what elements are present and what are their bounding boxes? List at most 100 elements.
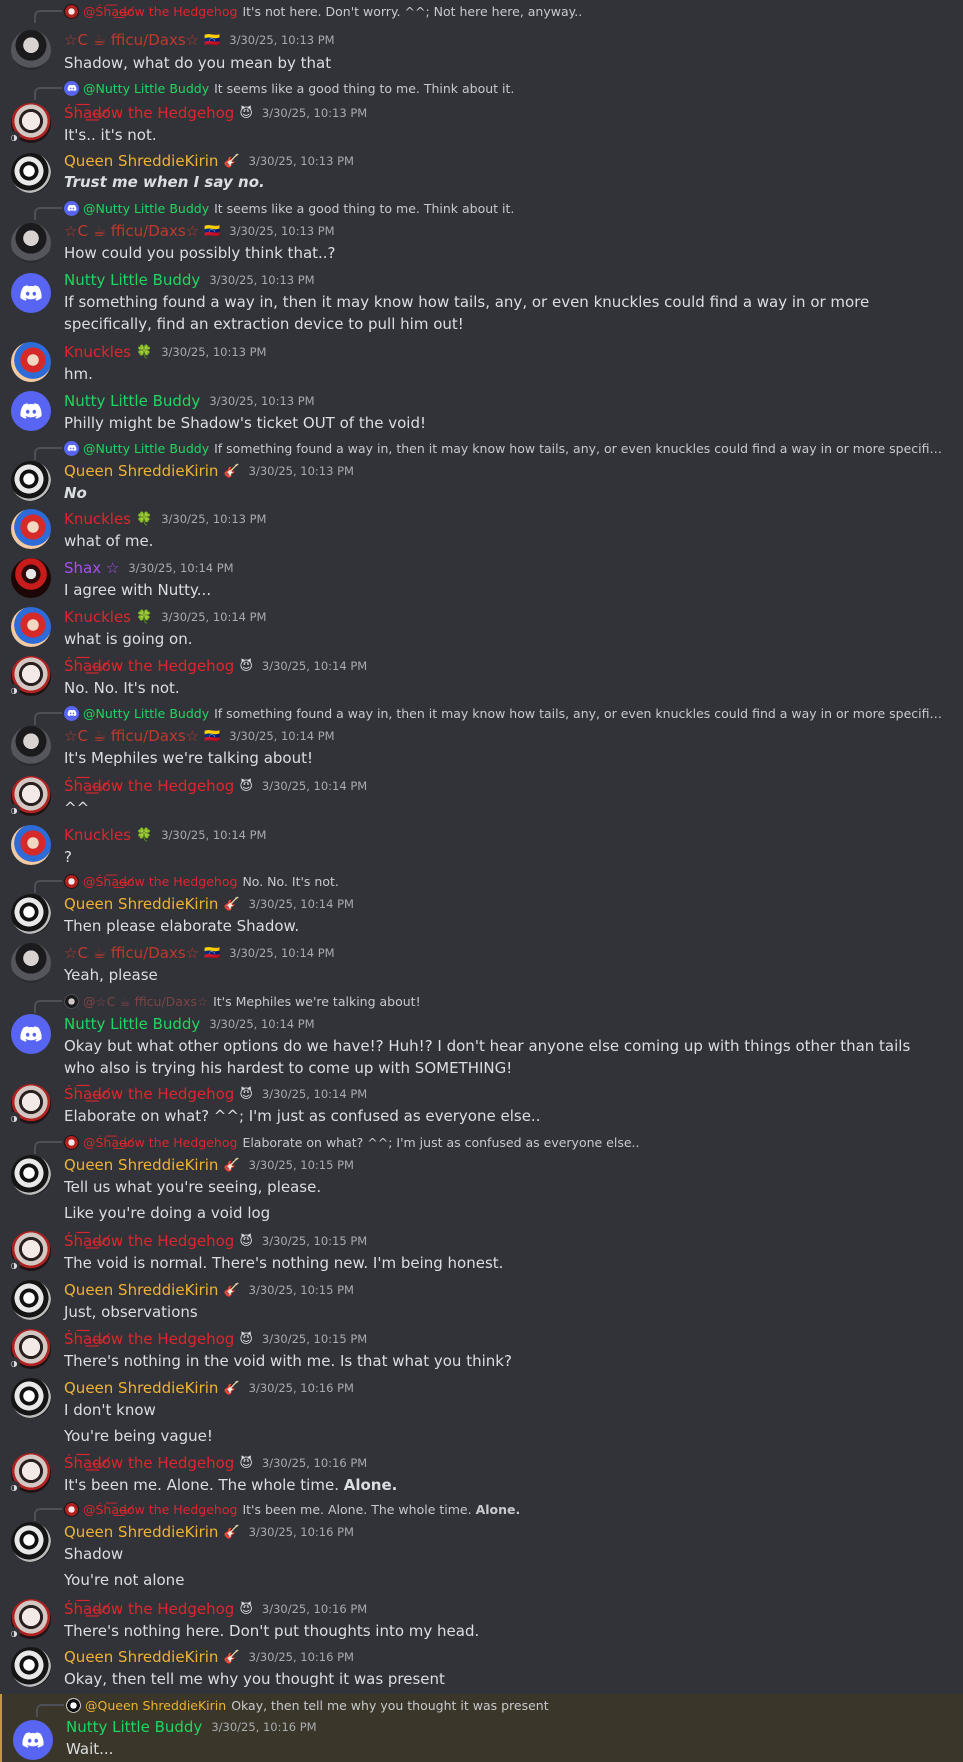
reply-preview[interactable]: @Ṡh͞a͟d̶o̸w the Hedgehog It's not here. … [64, 1, 944, 21]
message[interactable]: ◑ Ṡh͞a͟d̶o̸w the Hedgehog 😈 3/30/25, 10:… [0, 656, 963, 700]
timestamp[interactable]: 3/30/25, 10:13 PM [161, 345, 266, 359]
reply-author[interactable]: @☆C ☕ fficu/Daxs☆ [83, 994, 208, 1009]
reply-preview[interactable]: @Nutty Little Buddy If something found a… [64, 438, 944, 458]
timestamp[interactable]: 3/30/25, 10:13 PM [209, 273, 314, 287]
reply-author[interactable]: @Nutty Little Buddy [83, 706, 209, 721]
author-name[interactable]: Nutty Little Buddy [66, 1718, 202, 1736]
author-name[interactable]: Ṡh͞a͟d̶o̸w the Hedgehog [64, 777, 234, 795]
message[interactable]: Queen ShreddieKirin 🎸 3/30/25, 10:13 PM … [0, 150, 963, 194]
reply-preview[interactable]: @Ṡh͞a͟d̶o̸w the Hedgehog It's been me. A… [64, 1499, 944, 1519]
author-name[interactable]: Knuckles [64, 608, 131, 626]
timestamp[interactable]: 3/30/25, 10:14 PM [128, 561, 233, 575]
author-name[interactable]: Queen ShreddieKirin [64, 1156, 218, 1174]
avatar[interactable] [11, 1647, 51, 1687]
reply-author[interactable]: @Queen ShreddieKirin [85, 1698, 226, 1713]
author-name[interactable]: Ṡh͞a͟d̶o̸w the Hedgehog [64, 1232, 234, 1250]
timestamp[interactable]: 3/30/25, 10:14 PM [229, 729, 334, 743]
reply-author[interactable]: @Ṡh͞a͟d̶o̸w the Hedgehog [83, 1502, 237, 1517]
author-name[interactable]: Queen ShreddieKirin [64, 1648, 218, 1666]
author-name[interactable]: Ṡh͞a͟d̶o̸w the Hedgehog [64, 1600, 234, 1618]
reply-author[interactable]: @Nutty Little Buddy [83, 81, 209, 96]
author-name[interactable]: Shax ☆ [64, 559, 119, 577]
author-name[interactable]: Ṡh͞a͟d̶o̸w the Hedgehog [64, 104, 234, 122]
timestamp[interactable]: 3/30/25, 10:15 PM [262, 1234, 367, 1248]
author-name[interactable]: Queen ShreddieKirin [64, 1379, 218, 1397]
timestamp[interactable]: 3/30/25, 10:14 PM [161, 828, 266, 842]
avatar[interactable] [11, 894, 51, 934]
timestamp[interactable]: 3/30/25, 10:14 PM [249, 897, 354, 911]
avatar[interactable] [11, 825, 51, 865]
timestamp[interactable]: 3/30/25, 10:16 PM [249, 1525, 354, 1539]
message[interactable]: ◑ Ṡh͞a͟d̶o̸w the Hedgehog 😈 3/30/25, 10:… [0, 1599, 963, 1643]
reply-author[interactable]: @Nutty Little Buddy [83, 441, 209, 456]
reply-preview[interactable]: @Nutty Little Buddy It seems like a good… [64, 198, 944, 218]
author-name[interactable]: Queen ShreddieKirin [64, 895, 218, 913]
reply-author[interactable]: @Ṡh͞a͟d̶o̸w the Hedgehog [83, 1135, 237, 1150]
author-name[interactable]: Nutty Little Buddy [64, 1015, 200, 1033]
timestamp[interactable]: 3/30/25, 10:13 PM [229, 224, 334, 238]
author-name[interactable]: Ṡh͞a͟d̶o̸w the Hedgehog [64, 1085, 234, 1103]
message[interactable]: @Ṡh͞a͟d̶o̸w the Hedgehog It's been me. A… [0, 1498, 963, 1592]
author-name[interactable]: Knuckles [64, 826, 131, 844]
reply-preview[interactable]: @☆C ☕ fficu/Daxs☆ It's Mephiles we're ta… [64, 991, 944, 1011]
message[interactable]: Knuckles 🍀 3/30/25, 10:14 PM what is goi… [0, 607, 963, 651]
message[interactable]: @Nutty Little Buddy It seems like a good… [0, 77, 963, 144]
timestamp[interactable]: 3/30/25, 10:16 PM [249, 1381, 354, 1395]
author-name[interactable]: Queen ShreddieKirin [64, 462, 218, 480]
avatar[interactable] [11, 223, 51, 263]
author-name[interactable]: Nutty Little Buddy [64, 392, 200, 410]
message[interactable]: Knuckles 🍀 3/30/25, 10:14 PM ? [0, 825, 963, 869]
timestamp[interactable]: 3/30/25, 10:13 PM [209, 394, 314, 408]
avatar[interactable] [11, 1280, 51, 1320]
author-name[interactable]: Queen ShreddieKirin [64, 1281, 218, 1299]
author-name[interactable]: Knuckles [64, 510, 131, 528]
author-name[interactable]: ☆C ☕ fficu/Daxs☆ [64, 727, 199, 745]
reply-preview[interactable]: @Ṡh͞a͟d̶o̸w the Hedgehog No. No. It's no… [64, 871, 944, 891]
author-name[interactable]: Queen ShreddieKirin [64, 152, 218, 170]
avatar[interactable] [11, 607, 51, 647]
message[interactable]: @Nutty Little Buddy If something found a… [0, 702, 963, 768]
timestamp[interactable]: 3/30/25, 10:14 PM [262, 779, 367, 793]
message[interactable]: ◑ Ṡh͞a͟d̶o̸w the Hedgehog 😈 3/30/25, 10:… [0, 1329, 963, 1373]
avatar[interactable] [11, 273, 51, 313]
reply-preview[interactable]: @Nutty Little Buddy It seems like a good… [64, 78, 944, 98]
message[interactable]: Nutty Little Buddy 3/30/25, 10:13 PM Phi… [0, 391, 963, 435]
avatar[interactable] [11, 1014, 51, 1054]
message[interactable]: Queen ShreddieKirin 🎸 3/30/25, 10:16 PM … [0, 1647, 963, 1691]
message[interactable]: ◑ Ṡh͞a͟d̶o̸w the Hedgehog 😈 3/30/25, 10:… [0, 1231, 963, 1275]
reply-author[interactable]: @Ṡh͞a͟d̶o̸w the Hedgehog [83, 874, 237, 889]
author-name[interactable]: ☆C ☕ fficu/Daxs☆ [64, 31, 199, 49]
timestamp[interactable]: 3/30/25, 10:13 PM [249, 154, 354, 168]
message[interactable]: ◑ Ṡh͞a͟d̶o̸w the Hedgehog 😈 3/30/25, 10:… [0, 1084, 963, 1128]
timestamp[interactable]: 3/30/25, 10:13 PM [249, 464, 354, 478]
timestamp[interactable]: 3/30/25, 10:15 PM [249, 1158, 354, 1172]
reply-preview[interactable]: @Nutty Little Buddy If something found a… [64, 703, 944, 723]
timestamp[interactable]: 3/30/25, 10:13 PM [161, 512, 266, 526]
timestamp[interactable]: 3/30/25, 10:16 PM [249, 1650, 354, 1664]
timestamp[interactable]: 3/30/25, 10:14 PM [161, 610, 266, 624]
message[interactable]: @Ṡh͞a͟d̶o̸w the Hedgehog No. No. It's no… [0, 870, 963, 936]
reply-author[interactable]: @Nutty Little Buddy [83, 201, 209, 216]
message[interactable]: ◑ Ṡh͞a͟d̶o̸w the Hedgehog 😈 3/30/25, 10:… [0, 776, 963, 820]
reply-author[interactable]: @Ṡh͞a͟d̶o̸w the Hedgehog [83, 4, 237, 19]
message[interactable]: Nutty Little Buddy 3/30/25, 10:13 PM If … [0, 270, 963, 338]
timestamp[interactable]: 3/30/25, 10:14 PM [262, 1087, 367, 1101]
message[interactable]: @Nutty Little Buddy It seems like a good… [0, 197, 963, 263]
author-name[interactable]: Nutty Little Buddy [64, 271, 200, 289]
timestamp[interactable]: 3/30/25, 10:14 PM [262, 659, 367, 673]
avatar[interactable] [13, 1720, 53, 1760]
avatar[interactable] [11, 153, 51, 193]
author-name[interactable]: Ṡh͞a͟d̶o̸w the Hedgehog [64, 657, 234, 675]
author-name[interactable]: ☆C ☕ fficu/Daxs☆ [64, 944, 199, 962]
avatar[interactable] [11, 943, 51, 983]
avatar[interactable] [11, 1378, 51, 1418]
message[interactable]: Knuckles 🍀 3/30/25, 10:13 PM hm. [0, 342, 963, 386]
message[interactable]: @Ṡh͞a͟d̶o̸w the Hedgehog It's not here. … [0, 0, 963, 72]
reply-preview[interactable]: @Queen ShreddieKirin Okay, then tell me … [66, 1695, 946, 1715]
timestamp[interactable]: 3/30/25, 10:16 PM [262, 1456, 367, 1470]
timestamp[interactable]: 3/30/25, 10:14 PM [229, 946, 334, 960]
timestamp[interactable]: 3/30/25, 10:14 PM [209, 1017, 314, 1031]
avatar[interactable] [11, 30, 51, 70]
timestamp[interactable]: 3/30/25, 10:13 PM [262, 106, 367, 120]
author-name[interactable]: Ṡh͞a͟d̶o̸w the Hedgehog [64, 1330, 234, 1348]
